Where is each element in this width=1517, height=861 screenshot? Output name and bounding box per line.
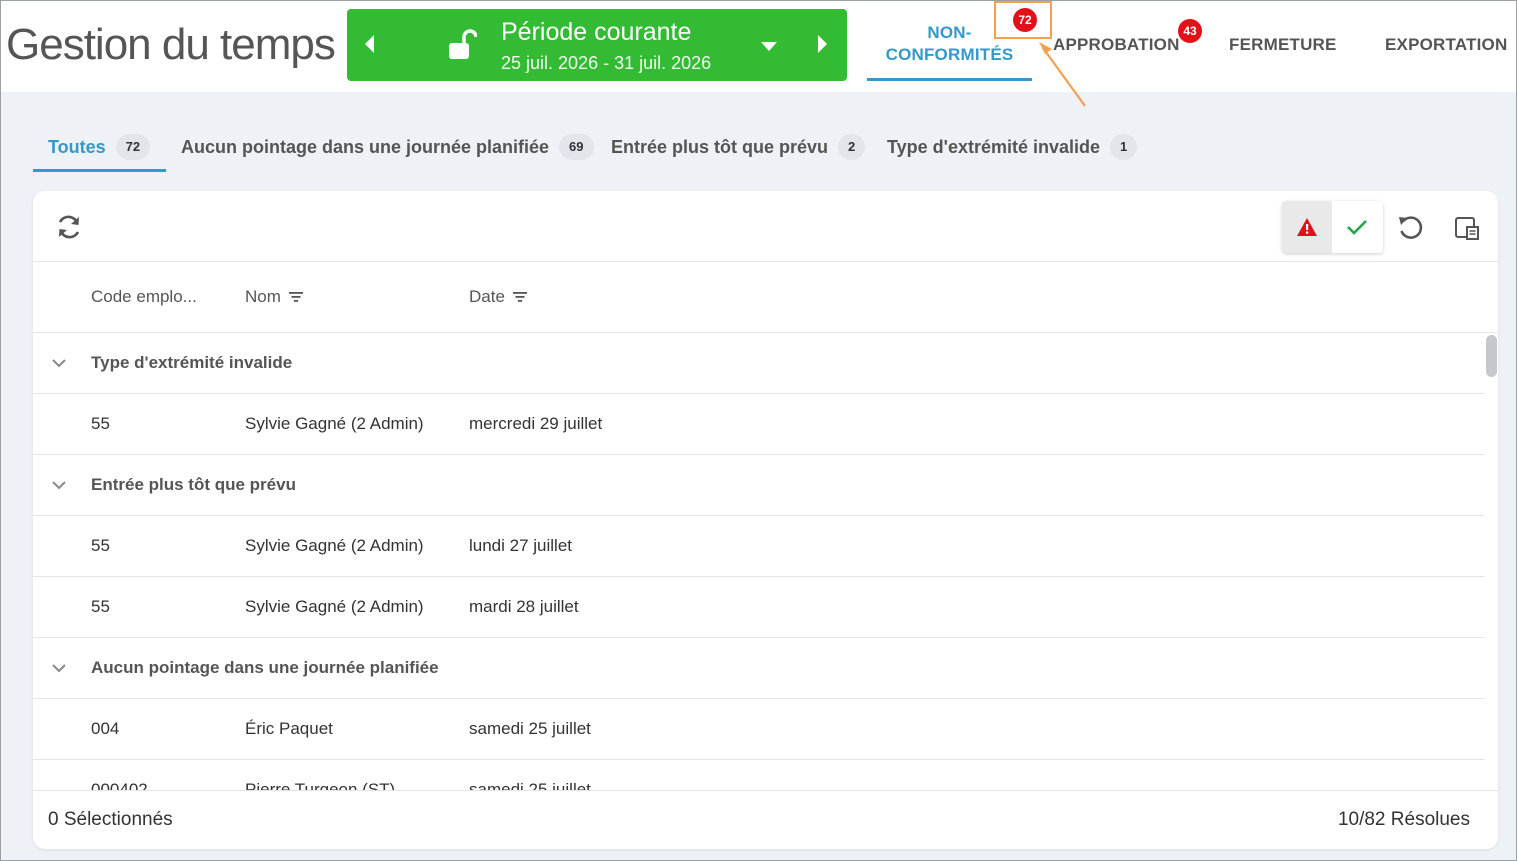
active-tab-underline: [867, 78, 1032, 81]
annotation-arrow-icon: [1039, 42, 1086, 107]
selected-count: 0 Sélectionnés: [48, 809, 173, 830]
table-row[interactable]: 55 Sylvie Gagné (2 Admin) mardi 28 juill…: [33, 577, 1485, 638]
results-card: Code emplo... Nom Date Type d'extrémité …: [33, 191, 1498, 849]
subtab-count: 1: [1110, 134, 1138, 160]
cell-nom: Sylvie Gagné (2 Admin): [245, 536, 424, 555]
cell-date: samedi 25 juillet: [469, 780, 591, 790]
filter-icon[interactable]: [288, 291, 303, 303]
group-row[interactable]: Entrée plus tôt que prévu: [33, 455, 1485, 516]
tab-exportation[interactable]: EXPORTATION: [1385, 35, 1507, 55]
table-toolbar: [33, 191, 1498, 262]
subtab-label: Aucun pointage dans une journée planifié…: [181, 136, 550, 157]
column-header-label: Date: [469, 287, 505, 306]
annotation-highlight-box: [994, 1, 1052, 39]
approbation-count-badge: 43: [1178, 19, 1202, 43]
cell-nom: Éric Paquet: [245, 719, 333, 738]
cell-date: lundi 27 juillet: [469, 536, 573, 555]
previous-period-icon[interactable]: [365, 35, 374, 53]
table-row[interactable]: 000402 Pierre Turgeon (ST) samedi 25 jui…: [33, 760, 1485, 790]
group-row[interactable]: Type d'extrémité invalide: [33, 333, 1485, 394]
chevron-down-icon[interactable]: [51, 355, 67, 371]
cell-date: mardi 28 juillet: [469, 597, 579, 616]
show-resolved-button[interactable]: [1332, 201, 1382, 253]
cell-date: mercredi 29 juillet: [469, 414, 603, 433]
table-row[interactable]: 004 Éric Paquet samedi 25 juillet: [33, 699, 1485, 760]
group-label: Entrée plus tôt que prévu: [91, 475, 296, 494]
table-body: Type d'extrémité invalide 55 Sylvie Gagn…: [33, 333, 1485, 790]
table-row[interactable]: 55 Sylvie Gagné (2 Admin) mercredi 29 ju…: [33, 394, 1485, 455]
tab-fermeture[interactable]: FERMETURE: [1229, 35, 1337, 55]
checkmark-icon: [1347, 220, 1367, 235]
status-filter-toggle: [1282, 201, 1383, 253]
cell-code: 55: [91, 414, 110, 433]
resolved-count: 10/82 Résolues: [1337, 809, 1470, 830]
period-title: Période courante: [501, 18, 692, 46]
column-header-label: Nom: [245, 287, 281, 306]
column-header-date[interactable]: Date: [469, 287, 527, 307]
warning-icon: [1297, 218, 1317, 236]
next-period-icon[interactable]: [818, 35, 827, 53]
table-row[interactable]: 55 Sylvie Gagné (2 Admin) lundi 27 juill…: [33, 516, 1485, 577]
subtab-entree-plus-tot[interactable]: Entrée plus tôt que prévu 2: [611, 134, 866, 160]
column-settings-icon[interactable]: [1454, 215, 1480, 241]
subtab-count: 2: [838, 134, 866, 160]
top-header: Gestion du temps Période courante 25 jui…: [0, 0, 1517, 92]
cell-code: 004: [91, 719, 120, 738]
undo-icon[interactable]: [1396, 213, 1424, 241]
active-subtab-underline: [33, 169, 166, 172]
chevron-down-icon[interactable]: [51, 477, 67, 493]
table-footer: 0 Sélectionnés 10/82 Résolues: [33, 790, 1498, 849]
column-header-nom[interactable]: Nom: [245, 287, 303, 307]
subtab-count: 72: [115, 134, 151, 160]
subtab-aucun-pointage[interactable]: Aucun pointage dans une journée planifié…: [181, 134, 594, 160]
filter-icon[interactable]: [512, 291, 527, 303]
cell-code: 55: [91, 536, 110, 555]
show-unresolved-button[interactable]: [1282, 201, 1332, 253]
cell-date: samedi 25 juillet: [469, 719, 591, 738]
cell-code: 55: [91, 597, 110, 616]
cell-code: 000402: [91, 780, 148, 790]
period-range: 25 juil. 2026 - 31 juil. 2026: [501, 53, 712, 73]
subtab-toutes[interactable]: Toutes 72: [48, 134, 151, 160]
group-label: Type d'extrémité invalide: [91, 353, 293, 372]
period-dropdown-icon[interactable]: [761, 42, 777, 51]
group-label: Aucun pointage dans une journée planifié…: [91, 658, 439, 677]
tab-non-conformites-line2: CONFORMITÉS: [885, 45, 1014, 64]
chevron-down-icon[interactable]: [51, 660, 67, 676]
cell-nom: Pierre Turgeon (ST): [245, 780, 396, 790]
cell-nom: Sylvie Gagné (2 Admin): [245, 597, 424, 616]
subtab-label: Entrée plus tôt que prévu: [611, 136, 829, 157]
scrollbar-thumb[interactable]: [1486, 335, 1497, 377]
column-header-code[interactable]: Code emplo...: [91, 287, 197, 307]
column-header-label: Code emplo...: [91, 287, 197, 306]
subtab-type-extremite[interactable]: Type d'extrémité invalide 1: [887, 134, 1138, 160]
subtab-label: Toutes: [48, 136, 106, 157]
refresh-icon[interactable]: [55, 213, 83, 241]
unlocked-icon[interactable]: [447, 29, 477, 61]
group-row[interactable]: Aucun pointage dans une journée planifié…: [33, 638, 1485, 699]
table-header: Code emplo... Nom Date: [33, 262, 1498, 333]
period-selector[interactable]: Période courante 25 juil. 2026 - 31 juil…: [347, 9, 847, 81]
cell-nom: Sylvie Gagné (2 Admin): [245, 414, 424, 433]
subtab-label: Type d'extrémité invalide: [887, 136, 1101, 157]
subtab-count: 69: [559, 134, 594, 160]
page-title: Gestion du temps: [6, 20, 336, 69]
vertical-scrollbar[interactable]: [1485, 333, 1498, 790]
